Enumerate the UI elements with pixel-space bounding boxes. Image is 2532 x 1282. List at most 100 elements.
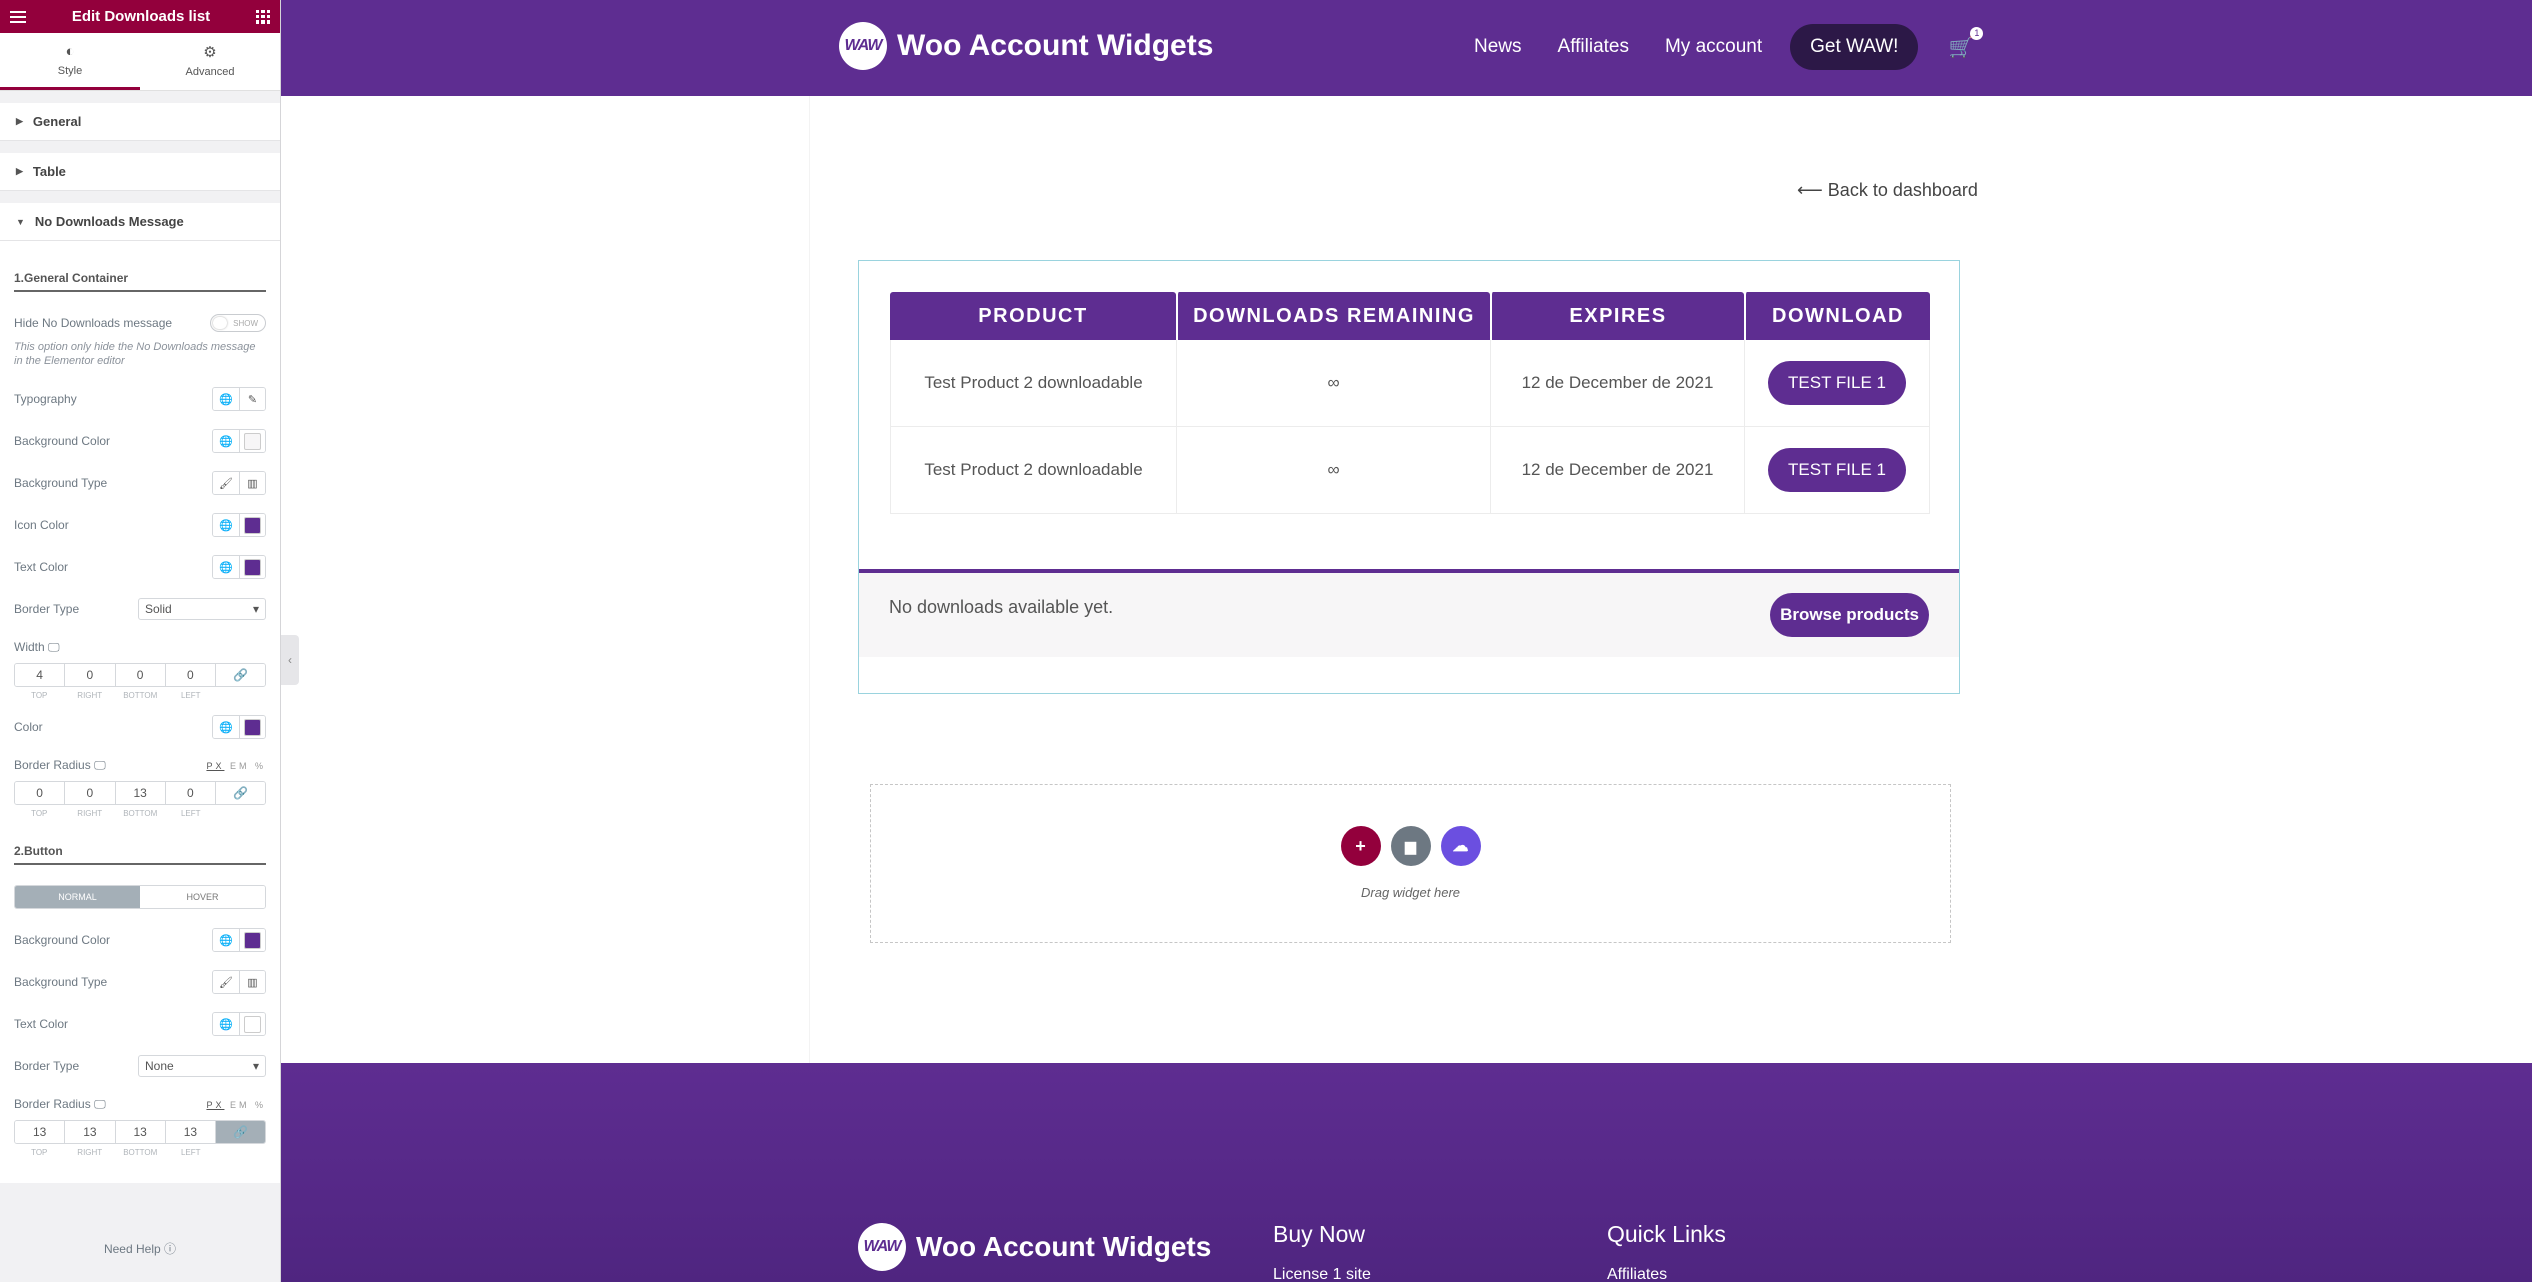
section-no-downloads[interactable]: ▼ No Downloads Message [0, 203, 280, 241]
widget-drop-zone[interactable]: + ▆ ☁ Drag widget here [870, 784, 1951, 943]
color-swatch[interactable] [239, 514, 265, 536]
radius-top-input[interactable]: 0 [15, 782, 65, 804]
table-row: Test Product 2 downloadable ∞ 12 de Dece… [890, 340, 1930, 427]
button-radius-dim-labels: TOP RIGHT BOTTOM LEFT [14, 1148, 266, 1157]
section-general[interactable]: ▶ General [0, 103, 280, 141]
folder-icon[interactable]: ▆ [1390, 826, 1431, 866]
button-radius-top-input[interactable]: 13 [15, 1121, 65, 1143]
question-circle-icon: ⓘ [164, 1242, 177, 1256]
globe-icon[interactable]: 🌐 [213, 514, 239, 536]
need-help-label: Need Help [103, 1242, 161, 1256]
elementor-panel: Edit Downloads list ◐ Style ⚙ Advanced ▶… [0, 0, 281, 1282]
brush-icon[interactable]: 🖌 [213, 472, 239, 494]
unit-em[interactable]: EM [230, 761, 250, 771]
width-right-input[interactable]: 0 [64, 664, 115, 686]
chevron-down-icon: ▾ [252, 1059, 259, 1073]
cart-icon[interactable]: 🛒 1 [1948, 26, 1984, 60]
globe-icon[interactable]: 🌐 [213, 1013, 239, 1035]
caret-down-icon: ▼ [16, 216, 25, 227]
globe-icon[interactable]: 🌐 [213, 556, 239, 578]
link-icon[interactable]: 🔗 [215, 1121, 265, 1143]
border-type-select[interactable]: Solid ▾ [138, 598, 266, 620]
download-file-button[interactable]: TEST FILE 1 [1768, 448, 1906, 492]
panel-tabs: ◐ Style ⚙ Advanced [0, 33, 280, 91]
collapse-panel-handle[interactable]: ‹ [281, 635, 299, 685]
globe-icon[interactable]: 🌐 [213, 929, 239, 951]
need-help-link[interactable]: Need Help ⓘ [0, 1240, 280, 1257]
border-type-value: Solid [145, 602, 172, 616]
section-table[interactable]: ▶ Table [0, 153, 280, 191]
link-icon[interactable]: 🔗 [215, 664, 265, 686]
unit-px[interactable]: PX [206, 1100, 224, 1110]
footer-affiliates-link[interactable]: Affiliates [1607, 1266, 1726, 1282]
radius-dim-labels: TOP RIGHT BOTTOM LEFT [14, 809, 266, 818]
desktop-icon[interactable]: 🖵 [94, 758, 106, 772]
unit-px[interactable]: PX [206, 761, 224, 771]
width-bottom-input[interactable]: 0 [114, 664, 165, 686]
footer-license-link[interactable]: License 1 site [1273, 1266, 1371, 1282]
tab-style[interactable]: ◐ Style [0, 33, 140, 90]
brush-icon[interactable]: 🖌 [213, 971, 239, 993]
footer-logo[interactable]: WAW Woo Account Widgets [858, 1223, 1211, 1271]
hide-message-toggle[interactable]: SHOW [210, 314, 266, 332]
site-logo[interactable]: WAW Woo Account Widgets [839, 22, 1213, 70]
globe-icon[interactable]: 🌐 [213, 716, 239, 738]
border-color-control: Color 🌐 [14, 715, 266, 739]
color-swatch[interactable] [239, 1013, 265, 1035]
tab-normal[interactable]: NORMAL [15, 886, 140, 908]
unit-switch[interactable]: PX EM % [206, 1100, 266, 1110]
color-swatch[interactable] [239, 430, 265, 452]
unit-em[interactable]: EM [230, 1100, 250, 1110]
panel-title: Edit Downloads list [71, 8, 211, 25]
tab-hover[interactable]: HOVER [140, 886, 265, 908]
widgets-grid-icon[interactable] [256, 9, 270, 24]
downloads-widget[interactable]: PRODUCT DOWNLOADS REMAINING EXPIRES DOWN… [858, 260, 1960, 694]
menu-icon[interactable] [10, 10, 26, 23]
color-swatch[interactable] [239, 716, 265, 738]
desktop-icon[interactable]: 🖵 [94, 1097, 106, 1111]
radius-right-input[interactable]: 0 [64, 782, 115, 804]
radius-left-input[interactable]: 0 [164, 782, 215, 804]
get-waw-button[interactable]: Get WAW! [1790, 24, 1919, 70]
width-top-input[interactable]: 4 [15, 664, 65, 686]
color-swatch[interactable] [239, 929, 265, 951]
cloud-icon[interactable]: ☁ [1440, 826, 1481, 866]
col-download: DOWNLOAD [1744, 292, 1930, 340]
logo-badge: WAW [839, 22, 887, 70]
bg-type-control: Background Type 🖌 ▥ [14, 471, 266, 495]
tab-advanced[interactable]: ⚙ Advanced [140, 33, 280, 90]
unit-percent[interactable]: % [255, 1100, 266, 1110]
button-radius-bottom-input[interactable]: 13 [114, 1121, 165, 1143]
browse-products-button[interactable]: Browse products [1770, 593, 1929, 637]
button-radius-left-input[interactable]: 13 [164, 1121, 215, 1143]
gradient-icon[interactable]: ▥ [239, 971, 265, 993]
globe-icon[interactable]: 🌐 [213, 430, 239, 452]
button-radius-right-input[interactable]: 13 [64, 1121, 115, 1143]
download-file-button[interactable]: TEST FILE 1 [1768, 361, 1906, 405]
nav-news[interactable]: News [1474, 36, 1522, 58]
button-bg-type-label: Background Type [14, 975, 108, 989]
button-border-type-select[interactable]: None ▾ [138, 1055, 266, 1077]
unit-switch[interactable]: PX EM % [206, 761, 266, 771]
nav-my-account[interactable]: My account [1665, 36, 1762, 58]
radius-bottom-input[interactable]: 13 [114, 782, 165, 804]
unit-percent[interactable]: % [255, 761, 266, 771]
desktop-icon[interactable]: 🖵 [48, 640, 60, 654]
border-type-control: Border Type Solid ▾ [14, 598, 266, 620]
globe-icon[interactable]: 🌐 [213, 388, 239, 410]
pencil-icon[interactable]: ✎ [239, 388, 265, 410]
table-header-row: PRODUCT DOWNLOADS REMAINING EXPIRES DOWN… [890, 292, 1930, 340]
gradient-icon[interactable]: ▥ [239, 472, 265, 494]
color-swatch[interactable] [239, 556, 265, 578]
cell-download: TEST FILE 1 [1744, 427, 1930, 514]
table-row: Test Product 2 downloadable ∞ 12 de Dece… [890, 427, 1930, 514]
back-to-dashboard-link[interactable]: ⟵ Back to dashboard [1797, 180, 1978, 201]
width-dim-labels: TOP RIGHT BOTTOM LEFT [14, 691, 266, 700]
footer-quick-links-heading: Quick Links [1607, 1221, 1726, 1247]
width-left-input[interactable]: 0 [164, 664, 215, 686]
add-section-icon[interactable]: + [1340, 826, 1381, 866]
link-icon[interactable]: 🔗 [215, 782, 265, 804]
radius-inputs: 0 0 13 0 🔗 [14, 781, 266, 805]
downloads-table: PRODUCT DOWNLOADS REMAINING EXPIRES DOWN… [890, 292, 1930, 514]
nav-affiliates[interactable]: Affiliates [1558, 36, 1629, 58]
